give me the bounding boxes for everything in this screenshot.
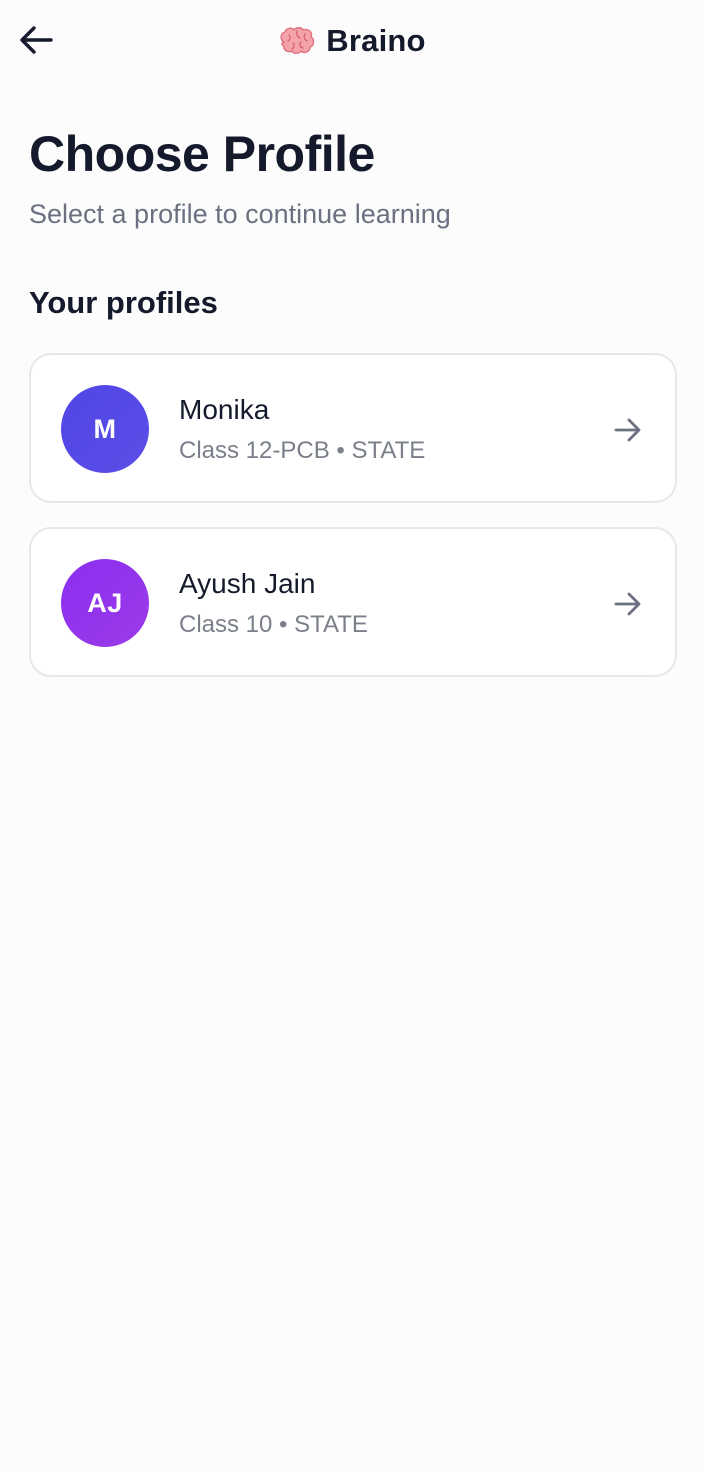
profile-meta: Class 10 • STATE: [179, 611, 368, 638]
arrow-right-icon: [614, 592, 641, 616]
avatar: AJ: [61, 559, 149, 647]
section-title: Your profiles: [29, 285, 218, 320]
brand-name: Braino: [326, 23, 426, 58]
profile-name: Monika: [179, 394, 270, 425]
profile-list: M Monika Class 12-PCB • STATE AJ Ayush J…: [29, 353, 677, 701]
profile-meta: Class 12-PCB • STATE: [179, 437, 426, 464]
brand: Braino: [0, 20, 704, 62]
avatar: M: [61, 385, 149, 473]
avatar-initials: AJ: [87, 587, 123, 618]
profile-card-ayush-jain[interactable]: AJ Ayush Jain Class 10 • STATE: [29, 527, 677, 677]
avatar-initials: M: [93, 413, 117, 444]
profile-name: Ayush Jain: [179, 568, 316, 599]
page-title: Choose Profile: [29, 126, 375, 182]
page-subtitle: Select a profile to continue learning: [29, 199, 451, 229]
open-profile-button[interactable]: [611, 587, 645, 621]
app-header: Braino: [0, 0, 704, 82]
brain-icon: [278, 26, 316, 56]
profile-card-monika[interactable]: M Monika Class 12-PCB • STATE: [29, 353, 677, 503]
arrow-right-icon: [614, 418, 641, 442]
choose-profile-screen: Braino Choose Profile Select a profile t…: [0, 0, 704, 1472]
open-profile-button[interactable]: [611, 413, 645, 447]
